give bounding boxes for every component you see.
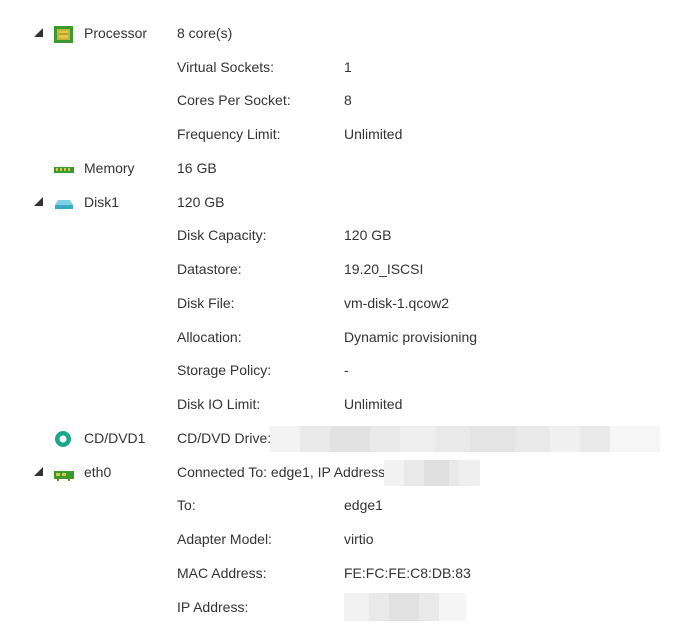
to-value: edge1 — [344, 497, 383, 513]
property-row-adapter-model: Adapter Model: virtio — [0, 523, 686, 557]
property-row-virtual-sockets: Virtual Sockets: 1 — [0, 51, 686, 85]
virtual-sockets-value: 1 — [344, 59, 352, 75]
redacted-drive-path — [270, 426, 660, 452]
collapse-toggle-icon[interactable] — [34, 467, 43, 476]
collapse-toggle-icon[interactable] — [34, 28, 43, 37]
cores-per-socket-value: 8 — [344, 92, 352, 108]
eth0-summary: Connected To: edge1, IP Address: — [177, 464, 389, 480]
property-row-cores-per-socket: Cores Per Socket: 8 — [0, 84, 686, 118]
processor-label: Processor — [84, 25, 148, 41]
mac-address-value: FE:FC:FE:C8:DB:83 — [344, 565, 471, 581]
datastore-value: 19.20_ISCSI — [344, 261, 424, 277]
property-row-disk-capacity: Disk Capacity: 120 GB — [0, 219, 686, 253]
disk-io-limit-label: Disk IO Limit: — [177, 396, 261, 412]
allocation-value: Dynamic provisioning — [344, 329, 478, 345]
mac-address-label: MAC Address: — [177, 565, 267, 581]
cddvd-drive-label: CD/DVD Drive: — [177, 430, 272, 446]
adapter-model-value: virtio — [344, 531, 374, 547]
datastore-label: Datastore: — [177, 261, 242, 277]
to-label: To: — [177, 497, 196, 513]
property-row-disk-io-limit: Disk IO Limit: Unlimited — [0, 388, 686, 422]
processor-icon — [53, 24, 75, 44]
frequency-limit-label: Frequency Limit: — [177, 126, 281, 142]
eth0-label: eth0 — [84, 464, 112, 480]
storage-policy-label: Storage Policy: — [177, 362, 272, 378]
property-row-ip-address: IP Address: — [0, 591, 686, 625]
property-row-mac-address: MAC Address: FE:FC:FE:C8:DB:83 — [0, 557, 686, 591]
disk1-label: Disk1 — [84, 194, 120, 210]
property-row-disk-file: Disk File: vm-disk-1.qcow2 — [0, 287, 686, 321]
disk1-row[interactable]: Disk1 120 GB — [0, 186, 686, 220]
disk-capacity-value: 120 GB — [344, 227, 392, 243]
property-row-frequency-limit: Frequency Limit: Unlimited — [0, 118, 686, 152]
disc-icon — [53, 429, 75, 449]
disk-capacity-label: Disk Capacity: — [177, 227, 267, 243]
memory-label: Memory — [84, 160, 135, 176]
redacted-ip-address — [384, 460, 480, 486]
frequency-limit-value: Unlimited — [344, 126, 403, 142]
disk-file-value: vm-disk-1.qcow2 — [344, 295, 450, 311]
memory-summary: 16 GB — [177, 160, 217, 176]
adapter-model-label: Adapter Model: — [177, 531, 272, 547]
processor-summary: 8 core(s) — [177, 25, 233, 41]
memory-icon — [53, 159, 75, 179]
disk-file-label: Disk File: — [177, 295, 235, 311]
property-row-allocation: Allocation: Dynamic provisioning — [0, 321, 686, 355]
virtual-sockets-label: Virtual Sockets: — [177, 59, 275, 75]
disk-io-limit-value: Unlimited — [344, 396, 403, 412]
collapse-toggle-icon[interactable] — [34, 197, 43, 206]
cddvd1-label: CD/DVD1 — [84, 430, 146, 446]
memory-row[interactable]: Memory 16 GB — [0, 152, 686, 186]
disk1-summary: 120 GB — [177, 194, 225, 210]
processor-row[interactable]: Processor 8 core(s) — [0, 17, 686, 51]
allocation-label: Allocation: — [177, 329, 242, 345]
property-row-datastore: Datastore: 19.20_ISCSI — [0, 253, 686, 287]
disk-icon — [53, 193, 75, 213]
storage-policy-value: - — [344, 362, 349, 378]
network-adapter-icon — [53, 463, 75, 483]
property-row-to: To: edge1 — [0, 489, 686, 523]
eth0-row[interactable]: eth0 Connected To: edge1, IP Address: — [0, 456, 686, 490]
ip-address-label: IP Address: — [177, 599, 249, 615]
property-row-storage-policy: Storage Policy: - — [0, 354, 686, 388]
cddvd1-row[interactable]: CD/DVD1 CD/DVD Drive: — [0, 422, 686, 456]
cores-per-socket-label: Cores Per Socket: — [177, 92, 291, 108]
redacted-ip-address-value — [344, 593, 466, 621]
